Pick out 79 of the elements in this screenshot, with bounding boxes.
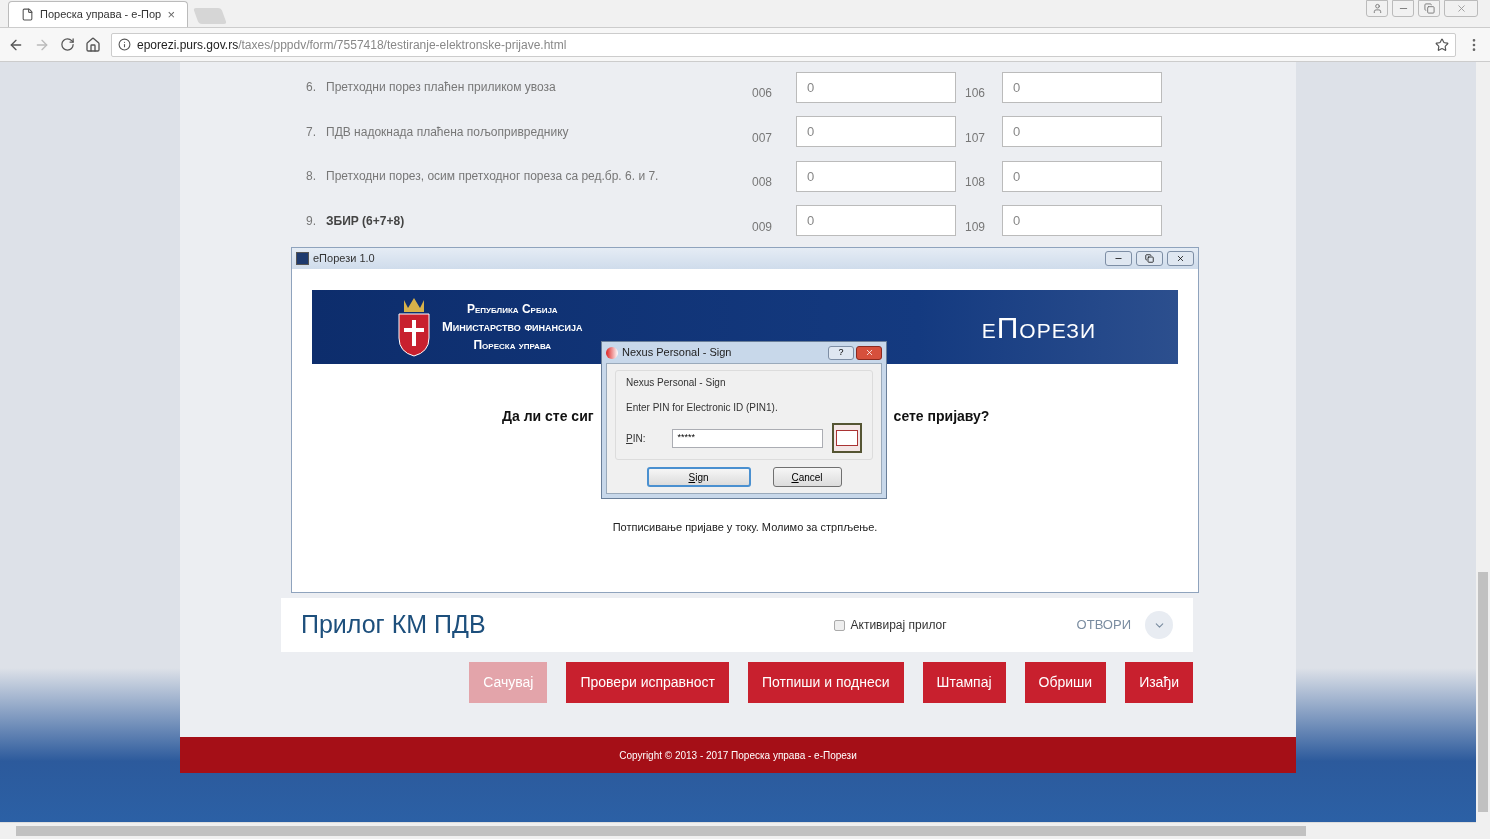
scrollbar-thumb[interactable] xyxy=(1478,572,1488,812)
home-icon[interactable] xyxy=(85,36,101,53)
banner-text: Министарство финансија xyxy=(442,318,583,336)
address-field[interactable]: eporezi.purs.gov.rs/taxes/pppdv/form/7557418/testiranje-elektronske-prijave.html xyxy=(111,32,1456,57)
close-icon xyxy=(1176,254,1185,263)
tab-title: Пореска управа - е-Пор xyxy=(40,7,162,23)
action-button[interactable]: Обриши xyxy=(1024,662,1107,703)
banner-text: Пореска управа xyxy=(473,337,552,354)
url-text: eporezi.purs.gov.rs/taxes/pppdv/form/7557418/testiranje-elektronske-prijave.html xyxy=(137,36,567,54)
open-link[interactable]: ОТВОРИ xyxy=(1076,615,1131,635)
coat-of-arms-icon xyxy=(396,296,432,358)
window-title: еПорези 1.0 xyxy=(313,251,375,267)
help-button[interactable]: ? xyxy=(828,345,854,360)
field-code: 108 xyxy=(964,174,987,192)
row-label: ПДВ надокнада плаћена пољопривреднику xyxy=(326,123,570,141)
input-field[interactable]: 0 xyxy=(796,71,956,103)
person-icon xyxy=(1371,3,1383,14)
row-number: 9. xyxy=(306,212,317,230)
prompt-text: Enter PIN for Electronic ID (PIN1). xyxy=(626,401,779,415)
maximize-icon xyxy=(1145,254,1154,263)
brand-title: еПорези xyxy=(981,309,1096,346)
field-code: 106 xyxy=(964,85,987,103)
tab-close[interactable]: × xyxy=(167,4,175,25)
action-button[interactable]: Провери исправност xyxy=(566,662,729,703)
input-field[interactable]: 0 xyxy=(1002,71,1162,103)
dialog-title: Nexus Personal - Sign xyxy=(622,345,732,361)
bookmark-star-icon[interactable] xyxy=(1435,37,1449,52)
footer: Copyright © 2013 - 2017 Пореска управа - е-Порези xyxy=(180,737,1296,773)
close-icon xyxy=(864,348,874,357)
info-icon xyxy=(118,38,131,51)
id-card-icon xyxy=(831,423,862,453)
field-code: 007 xyxy=(752,129,774,147)
row-label: Претходни порез, осим претходног пореза са ред.бр. 6. и 7. xyxy=(326,168,660,186)
action-button[interactable]: Потпиши и поднеси xyxy=(748,662,904,703)
pin-label: PIN: xyxy=(626,431,647,446)
action-button[interactable]: Штампај xyxy=(922,662,1006,703)
group-label: Nexus Personal - Sign xyxy=(626,376,727,390)
field-code: 006 xyxy=(752,85,774,103)
input-field[interactable]: 0 xyxy=(796,116,956,148)
browser-tab[interactable]: Пореска управа - е-Пор × xyxy=(8,1,188,27)
question-text: Да ли сте сиг xyxy=(502,407,594,426)
scrollbar-thumb[interactable] xyxy=(16,826,1306,836)
field-code: 009 xyxy=(752,218,774,236)
attachment-title: Прилог КМ ПДВ xyxy=(301,609,486,641)
close-icon xyxy=(1455,3,1467,14)
row-label: ЗБИР (6+7+8) xyxy=(326,212,406,230)
app-icon xyxy=(606,346,618,359)
dialog-button[interactable]: Cancel xyxy=(772,467,842,487)
checkbox[interactable] xyxy=(833,619,845,631)
field-code: 107 xyxy=(964,129,987,147)
input-field[interactable]: 0 xyxy=(1002,116,1162,148)
minimize-button[interactable] xyxy=(1392,0,1414,17)
status-text: Потписивање пријаве у току. Молимо за стрпљење. xyxy=(612,520,878,535)
field-code: 008 xyxy=(752,174,774,192)
page-icon xyxy=(21,8,34,21)
row-number: 6. xyxy=(306,79,317,97)
row-label: Претходни порез плаћен приликом увоза xyxy=(326,79,557,97)
field-code: 109 xyxy=(964,218,987,236)
profile-button[interactable] xyxy=(1366,0,1388,17)
input-field[interactable]: 0 xyxy=(1002,160,1162,192)
close-button[interactable] xyxy=(1167,251,1194,266)
restore-button[interactable] xyxy=(1418,0,1440,17)
row-number: 8. xyxy=(306,168,317,186)
pin-field[interactable]: ***** xyxy=(672,428,823,448)
reload-icon[interactable] xyxy=(60,37,75,52)
row-number: 7. xyxy=(306,123,317,141)
app-icon xyxy=(296,252,309,265)
question-text: сете пријаву? xyxy=(893,407,990,426)
dialog-button[interactable]: Sign xyxy=(646,467,751,487)
minimize-button[interactable] xyxy=(1105,251,1132,266)
close-button[interactable] xyxy=(856,345,882,360)
checkbox-label: Активирај прилог xyxy=(850,617,947,634)
action-button[interactable]: Изађи xyxy=(1125,662,1193,703)
banner-text: Република Србија xyxy=(466,301,558,318)
input-field[interactable]: 0 xyxy=(1002,205,1162,237)
input-field[interactable]: 0 xyxy=(796,205,956,237)
maximize-button[interactable] xyxy=(1136,251,1163,266)
restore-icon xyxy=(1423,3,1435,14)
input-field[interactable]: 0 xyxy=(796,160,956,192)
